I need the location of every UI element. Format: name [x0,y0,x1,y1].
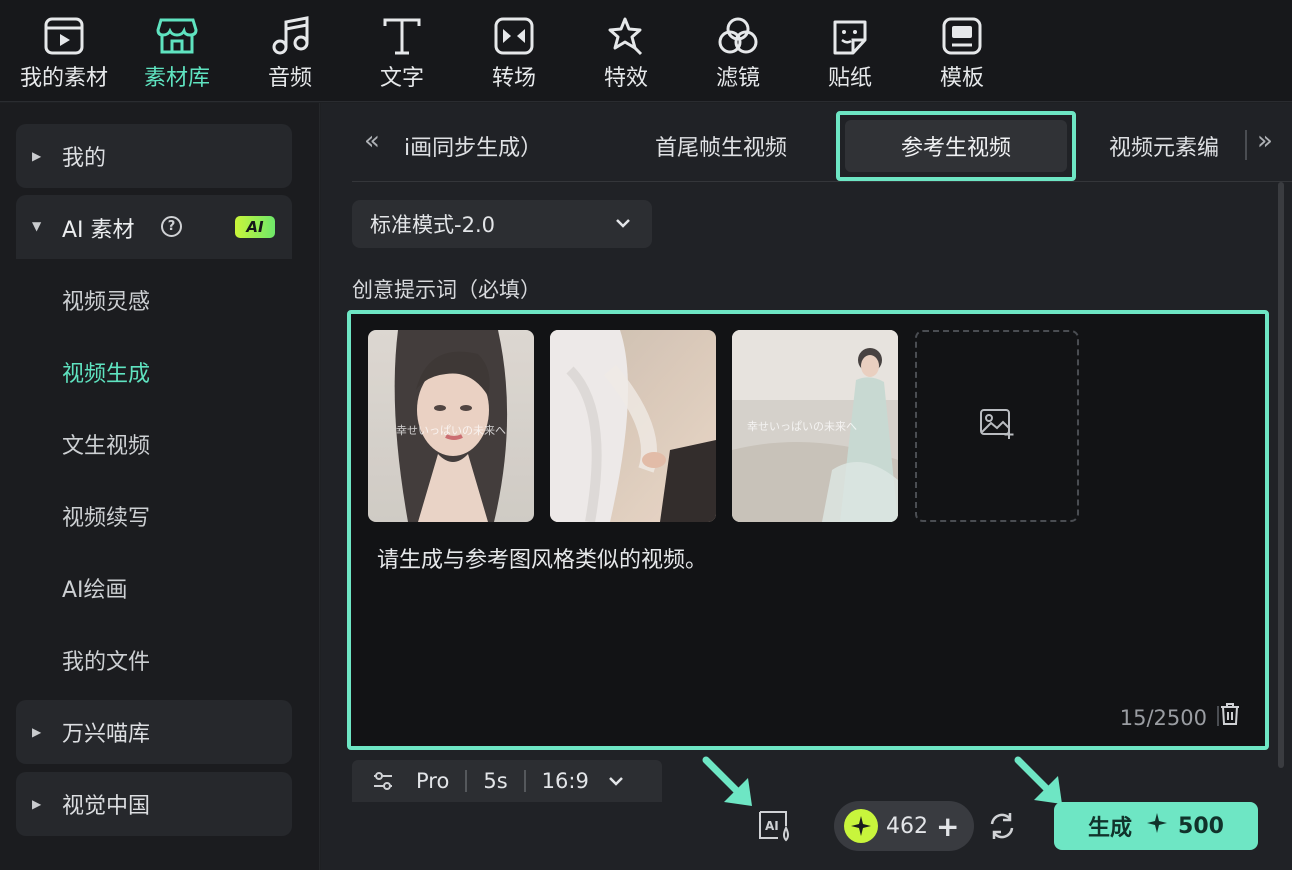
filter-circles-icon [716,16,760,56]
trash-icon[interactable] [1219,702,1241,730]
toolbar-label: 贴纸 [827,66,872,91]
toolbar-label: 模板 [939,66,984,91]
group-label: 视觉中国 [62,794,151,819]
sidebar-group-mine[interactable]: ▶ 我的 [16,124,292,188]
toolbar-transition[interactable]: 转场 [458,0,570,102]
sidebar-group-wanxing[interactable]: ▶ 万兴喵库 [16,700,292,764]
reference-image-2[interactable] [550,330,716,522]
sidebar-item-video-extend[interactable]: 视频续写 [62,500,150,532]
tab-sync-generation[interactable]: i画同步生成） [404,130,542,162]
add-image-icon [979,408,1015,444]
caret-down-icon: ▼ [32,219,42,233]
sidebar-group-ai[interactable]: ▼ AI 素材 ? AI [16,195,292,259]
toolbar-stickers[interactable]: 贴纸 [794,0,906,102]
duration-value: 5s [483,769,508,793]
plus-icon[interactable]: + [936,810,959,843]
group-label: 我的 [62,146,107,171]
text-t-icon [380,16,424,56]
toolbar-text[interactable]: 文字 [346,0,458,102]
transition-icon [492,16,536,56]
svg-text:AI: AI [765,819,779,833]
tab-first-last-frame[interactable]: 首尾帧生视频 [655,130,787,162]
credits-count: 462 [886,813,928,839]
sliders-icon [372,771,394,791]
reference-image-1[interactable]: 幸せいっぱいの未来へ [368,330,534,522]
refresh-icon[interactable] [986,810,1018,846]
quality-value: Pro [416,769,450,793]
toolbar-filters[interactable]: 滤镜 [682,0,794,102]
generation-settings[interactable]: Pro 5s 16:9 [352,760,662,802]
mode-select[interactable]: 标准模式-2.0 [352,200,652,248]
top-toolbar: 我的素材 素材库 音频 文字 转场 特效 滤镜 贴纸 模板 [0,0,1292,102]
toolbar-audio[interactable]: 音频 [234,0,346,102]
play-box-icon [42,16,86,56]
sidebar-item-video-generation[interactable]: 视频生成 [62,356,150,388]
toolbar-label: 转场 [491,66,536,91]
sparkle-icon [1146,812,1168,840]
chevron-down-icon [607,774,625,788]
sidebar-group-visual-china[interactable]: ▶ 视觉中国 [16,772,292,836]
music-note-icon [268,16,312,56]
tab-divider [1245,130,1247,160]
ai-badge: AI [235,216,275,238]
generate-label: 生成 [1088,816,1133,841]
thumb-caption: 幸せいっぱいの未来へ [747,420,857,433]
mode-value: 标准模式-2.0 [370,213,495,237]
settings-divider [465,770,468,792]
reference-image-3[interactable]: 幸せいっぱいの未来へ [732,330,898,522]
sticker-icon [828,16,872,56]
tab-element-edit[interactable]: 视频元素编 [1109,130,1243,162]
sidebar-item-text-to-video[interactable]: 文生视频 [62,428,150,460]
ai-optimize-icon[interactable]: AI [756,806,796,846]
chevrons-left-icon[interactable]: « [364,126,380,156]
caret-right-icon: ▶ [32,149,42,163]
caret-right-icon: ▶ [32,797,42,811]
template-icon [940,16,984,56]
toolbar-library[interactable]: 素材库 [121,0,233,102]
toolbar-label: 音频 [267,66,312,91]
chevrons-right-icon[interactable]: » [1257,126,1273,156]
toolbar-label: 我的素材 [19,66,108,91]
help-icon[interactable]: ? [161,216,182,237]
toolbar-label: 文字 [379,66,424,91]
toolbar-templates[interactable]: 模板 [906,0,1018,102]
credit-coin-icon [844,809,878,843]
generate-button[interactable]: 生成 500 [1054,802,1258,850]
toolbar-effects[interactable]: 特效 [570,0,682,102]
sidebar-item-ai-painting[interactable]: AI绘画 [62,572,128,604]
tab-label: 参考生视频 [845,120,1067,172]
sidebar: ▶ 我的 ▼ AI 素材 ? AI 视频灵感 视频生成 文生视频 视频续写 AI… [0,103,320,870]
chevron-down-icon [614,210,632,240]
tab-reference-video[interactable]: 参考生视频 [836,111,1076,181]
store-icon [155,16,199,56]
prompt-text[interactable]: 请生成与参考图风格类似的视频。 [377,542,707,574]
prompt-box[interactable]: 幸せいっぱいの未来へ 幸せいっぱいの未来へ 请生成与参考图风格类似的视频。 15… [347,310,1269,750]
add-image-button[interactable] [915,330,1079,522]
toolbar-label: 特效 [603,66,648,91]
ratio-value: 16:9 [541,769,589,793]
group-label: 万兴喵库 [62,722,151,747]
caret-right-icon: ▶ [32,725,42,739]
group-label: AI 素材 [62,218,135,243]
prompt-label: 创意提示词（必填） [352,278,541,302]
sparkle-star-icon [604,16,648,56]
annotation-arrow-icon [702,756,752,806]
sidebar-item-video-inspiration[interactable]: 视频灵感 [62,284,150,316]
generate-cost: 500 [1178,813,1224,839]
settings-divider [523,770,526,792]
thumb-caption: 幸せいっぱいの未来へ [396,424,506,437]
toolbar-label: 素材库 [143,66,210,91]
credits-pill[interactable]: 462 + [834,801,974,851]
scrollbar[interactable] [1278,182,1284,768]
tab-bar: « i画同步生成） 首尾帧生视频 视频元素编 » [352,108,1292,182]
sidebar-item-my-files[interactable]: 我的文件 [62,644,150,676]
toolbar-my-assets[interactable]: 我的素材 [8,0,120,102]
char-count: 15/2500 [1119,706,1207,730]
toolbar-label: 滤镜 [715,66,760,91]
